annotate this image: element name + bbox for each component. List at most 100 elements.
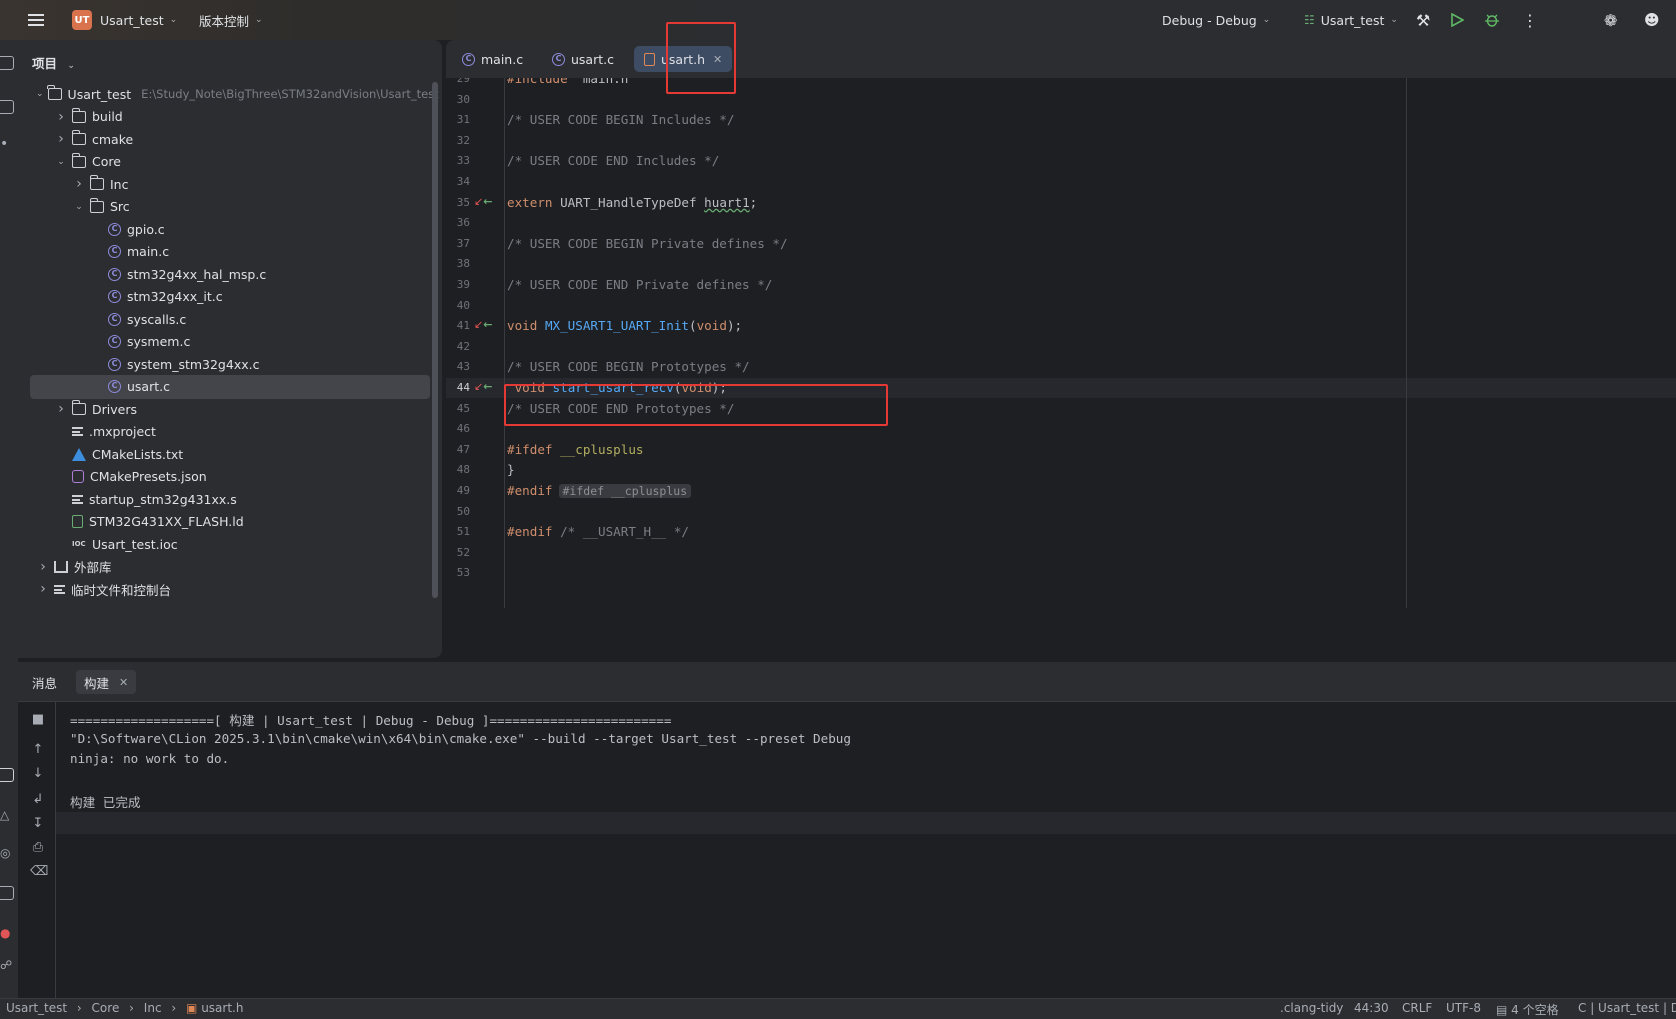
soft-wrap-icon[interactable]: ↲: [30, 792, 46, 807]
file-encoding[interactable]: UTF-8: [1446, 1001, 1481, 1015]
code-line[interactable]: /* USER CODE BEGIN Prototypes */: [507, 358, 750, 376]
line-number: 49: [456, 484, 470, 497]
run-icon[interactable]: [1450, 0, 1464, 40]
add-user-icon[interactable]: ☻: [1644, 0, 1660, 40]
tree-item[interactable]: › 外部库: [30, 555, 430, 579]
tree-item[interactable]: › build: [30, 105, 430, 129]
tree-item[interactable]: Csystem_stm32g4xx.c: [30, 352, 430, 376]
tree-item[interactable]: IOC Usart_test.ioc: [30, 532, 430, 556]
tree-item[interactable]: Csysmem.c: [30, 330, 430, 354]
arrow-up-icon[interactable]: ↑: [30, 742, 46, 757]
tree-item[interactable]: CMakeLists.txt: [30, 442, 430, 466]
clang-tidy-status[interactable]: .clang-tidy: [1280, 1001, 1343, 1015]
tree-item[interactable]: › Drivers: [30, 397, 430, 421]
navigate-declaration-icon[interactable]: ↙←: [474, 195, 492, 208]
c-file-icon: C: [552, 52, 565, 66]
tree-item[interactable]: Cgpio.c: [30, 217, 430, 241]
tab-usart-c[interactable]: C usart.c: [542, 46, 624, 72]
code-line[interactable]: #endif /* __USART_H__ */: [507, 523, 689, 541]
notifications-tool-icon[interactable]: ●: [0, 926, 14, 940]
terminal-tool-icon[interactable]: [0, 886, 14, 900]
tree-item[interactable]: Csyscalls.c: [30, 307, 430, 331]
cursor-position[interactable]: 44:30: [1354, 1001, 1389, 1015]
tree-item[interactable]: ⌄ Usart_test E:\Study_Note\BigThree\STM32a…: [30, 82, 439, 106]
tree-item-label: Usart_test: [67, 86, 132, 102]
services-tool-icon[interactable]: ◎: [0, 846, 14, 860]
tree-item[interactable]: Cstm32g4xx_it.c: [30, 285, 430, 309]
code-line[interactable]: }: [507, 461, 515, 479]
debug-bug-icon[interactable]: [1484, 0, 1500, 40]
chevron-right-icon[interactable]: ›: [72, 176, 86, 192]
tree-item-label: usart.c: [127, 379, 170, 394]
stop-icon[interactable]: ■: [30, 712, 46, 727]
indent-setting[interactable]: ▤ 4 个空格: [1496, 1001, 1559, 1018]
project-tool-icon[interactable]: [0, 56, 14, 70]
chevron-right-icon[interactable]: ›: [54, 401, 68, 417]
code-line[interactable]: #endif #ifdef __cplusplus: [507, 482, 692, 500]
navigate-declaration-icon[interactable]: ↙←: [474, 318, 492, 331]
scroll-to-end-icon[interactable]: ↧: [30, 816, 46, 831]
tab-main-c[interactable]: C main.c: [452, 46, 533, 72]
tree-item[interactable]: Cmain.c: [30, 240, 430, 264]
breadcrumb-item[interactable]: Core: [92, 1001, 120, 1015]
tree-item[interactable]: Cusart.c: [30, 374, 430, 399]
code-line[interactable]: /* USER CODE BEGIN Includes */: [507, 111, 734, 129]
chevron-right-icon[interactable]: ›: [36, 559, 50, 575]
code-line[interactable]: /* USER CODE BEGIN Private defines */: [507, 235, 788, 253]
git-tool-icon[interactable]: ☍: [0, 958, 14, 972]
run-config-label: Debug - Debug: [1162, 12, 1257, 28]
tree-item[interactable]: CMakePresets.json: [30, 465, 430, 489]
tree-item[interactable]: › Inc: [30, 172, 430, 196]
arrow-down-icon[interactable]: ↓: [30, 766, 46, 781]
tree-item[interactable]: ⌄ Core: [30, 150, 430, 174]
code-line[interactable]: /* USER CODE END Includes */: [507, 152, 719, 170]
code-line[interactable]: void MX_USART1_UART_Init(void);: [507, 317, 742, 335]
problems-tool-icon[interactable]: △: [0, 808, 14, 822]
build-tool-icon[interactable]: [0, 768, 14, 782]
line-ending[interactable]: CRLF: [1402, 1001, 1432, 1015]
project-scrollbar[interactable]: [432, 82, 438, 598]
print-icon[interactable]: ⎙: [30, 840, 46, 855]
code-view[interactable]: 29 #include "main.h" 30 31 /* USER CODE BEGI…: [446, 78, 1676, 608]
tree-item[interactable]: › 临时文件和控制台: [30, 577, 430, 601]
target-selector[interactable]: ☷ Usart_test ⌄: [1304, 0, 1398, 40]
breadcrumb-item[interactable]: usart.h: [201, 1001, 243, 1015]
project-panel-header[interactable]: 项目 ⌄: [32, 53, 75, 72]
tree-item[interactable]: › cmake: [30, 127, 430, 151]
vcs-menu[interactable]: 版本控制 ⌄: [199, 0, 263, 40]
build-hammer-icon[interactable]: ⚒: [1416, 0, 1430, 40]
tab-messages[interactable]: 消息: [24, 670, 65, 694]
code-text: #ifdef __cplusplus: [507, 441, 644, 457]
ai-assistant-icon[interactable]: ❁: [1604, 0, 1617, 40]
chevron-right-icon[interactable]: ›: [36, 581, 50, 597]
navigate-declaration-icon[interactable]: ↙←: [474, 380, 492, 393]
tree-item[interactable]: Cstm32g4xx_hal_msp.c: [30, 262, 430, 286]
tab-build[interactable]: 构建 ✕: [76, 670, 137, 694]
code-line[interactable]: /* USER CODE END Private defines */: [507, 276, 772, 294]
tree-item[interactable]: STM32G431XX_FLASH.ld: [30, 510, 430, 534]
tree-item-label: Core: [92, 154, 121, 169]
structure-tool-icon[interactable]: [0, 100, 14, 114]
run-config-selector[interactable]: Debug - Debug ⌄: [1162, 0, 1270, 40]
text-file-icon: [54, 584, 65, 594]
trash-icon[interactable]: ⌫: [30, 864, 48, 879]
tree-item[interactable]: startup_stm32g431xx.s: [30, 487, 430, 511]
code-line[interactable]: #ifdef __cplusplus: [507, 441, 644, 459]
chevron-down-icon[interactable]: ⌄: [36, 89, 44, 99]
context-info[interactable]: C | Usart_test | D: [1578, 1001, 1676, 1015]
code-line[interactable]: #include "main.h": [507, 78, 636, 88]
close-icon[interactable]: ✕: [119, 676, 128, 689]
chevron-down-icon[interactable]: ⌄: [72, 202, 86, 212]
more-tools-icon[interactable]: •: [0, 136, 14, 152]
breadcrumb-item[interactable]: Usart_test: [6, 1001, 67, 1015]
project-switcher[interactable]: UT Usart_test ⌄: [72, 0, 177, 40]
more-icon[interactable]: ⋮: [1522, 0, 1538, 40]
tree-item[interactable]: ⌄ Src: [30, 195, 430, 219]
main-menu-icon[interactable]: [28, 0, 44, 40]
breadcrumb-item[interactable]: Inc: [144, 1001, 162, 1015]
tree-item[interactable]: .mxproject: [30, 420, 430, 444]
chevron-right-icon[interactable]: ›: [54, 109, 68, 125]
code-line[interactable]: extern UART_HandleTypeDef huart1;: [507, 194, 757, 212]
chevron-down-icon[interactable]: ⌄: [54, 157, 68, 167]
chevron-right-icon[interactable]: ›: [54, 131, 68, 147]
